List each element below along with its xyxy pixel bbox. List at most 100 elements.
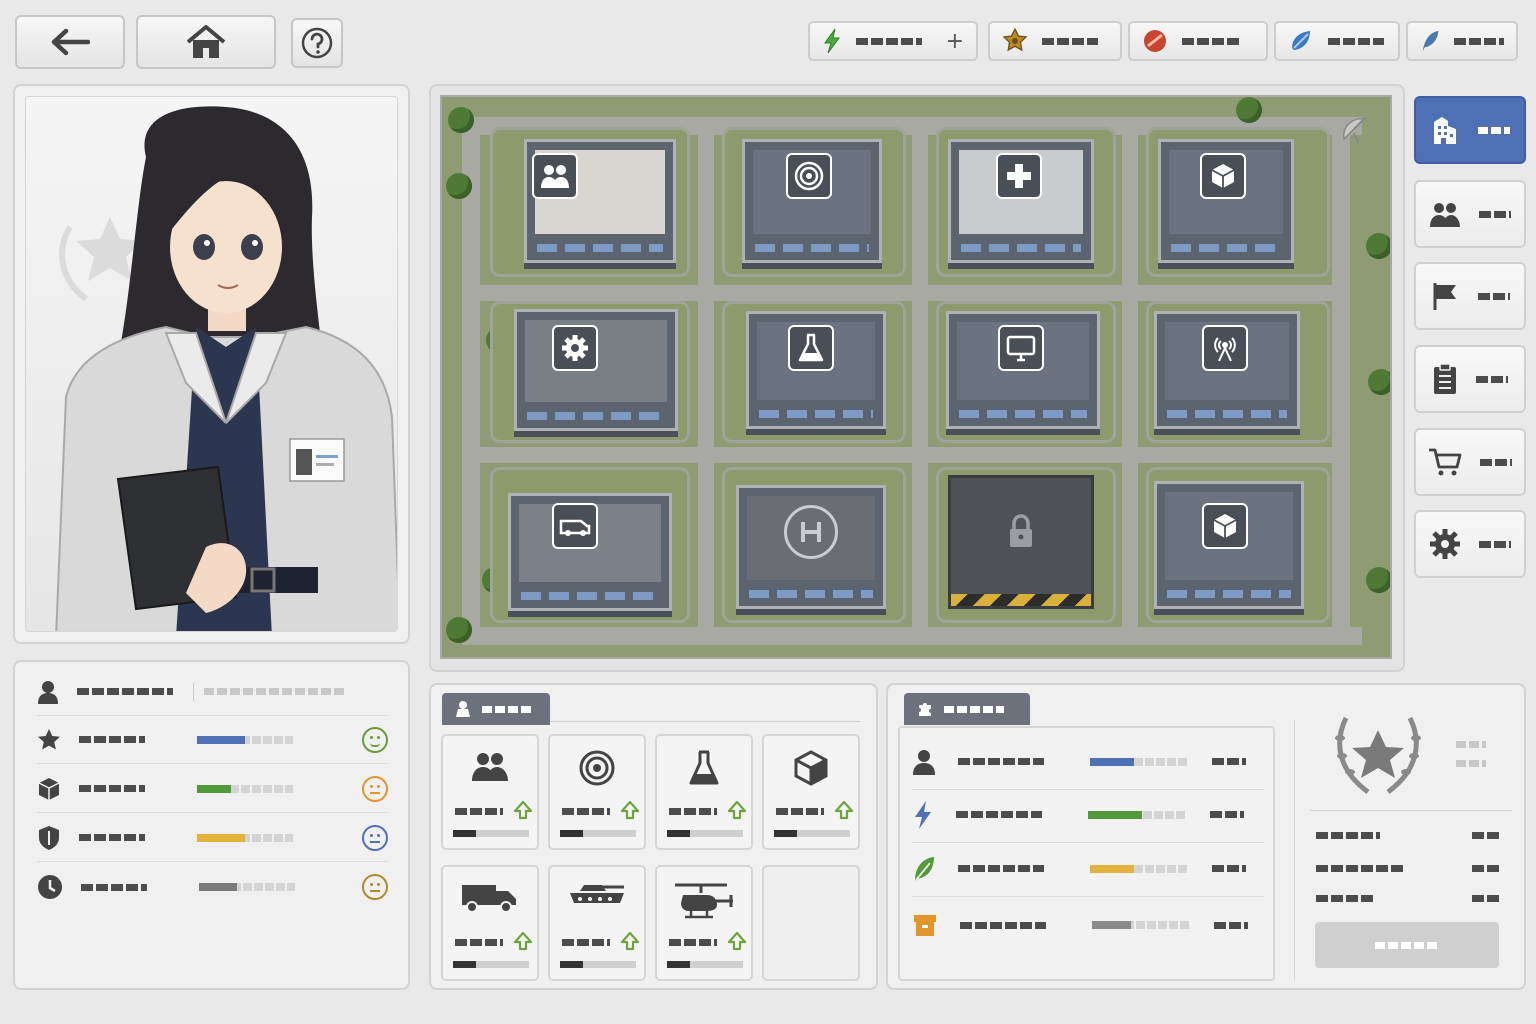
add-energy-button[interactable]: + bbox=[946, 29, 964, 54]
stat-row bbox=[37, 765, 388, 813]
rank-action-button[interactable] bbox=[1315, 922, 1499, 968]
tree bbox=[1366, 567, 1390, 593]
cube-icon[interactable] bbox=[1200, 153, 1246, 199]
cart-icon bbox=[1429, 448, 1462, 476]
nav-base-label bbox=[1478, 126, 1510, 134]
facility-card[interactable] bbox=[548, 734, 646, 850]
person-icon bbox=[38, 680, 58, 704]
rank-level bbox=[1456, 741, 1486, 748]
tree bbox=[1366, 233, 1390, 259]
nav-personnel-label bbox=[1479, 210, 1511, 218]
facility-level bbox=[455, 808, 503, 815]
rank-info-row bbox=[1316, 825, 1500, 845]
people-icon bbox=[443, 750, 537, 782]
facility-progress-fill bbox=[560, 961, 583, 968]
red-gem-icon bbox=[1144, 30, 1166, 52]
empty-facility-slot bbox=[762, 865, 860, 981]
cube-icon[interactable] bbox=[1202, 503, 1248, 549]
target-icon[interactable] bbox=[786, 153, 832, 199]
rank-info-value bbox=[1472, 831, 1500, 839]
base-map[interactable] bbox=[440, 95, 1392, 659]
facility-level bbox=[562, 939, 610, 946]
facility-card[interactable] bbox=[441, 734, 539, 850]
tree bbox=[1368, 369, 1390, 395]
upgrade-arrow-icon[interactable] bbox=[620, 931, 640, 951]
stat-row-name bbox=[37, 668, 388, 716]
production-label bbox=[956, 811, 1042, 818]
stat-bar bbox=[197, 784, 293, 793]
nav-missions[interactable] bbox=[1414, 262, 1526, 330]
nav-settings[interactable] bbox=[1414, 510, 1526, 578]
facility-progress-fill bbox=[453, 961, 476, 968]
production-tab[interactable] bbox=[904, 693, 1030, 725]
upgrade-arrow-icon[interactable] bbox=[513, 931, 533, 951]
rank-info-row bbox=[1316, 888, 1500, 908]
red-resource-value bbox=[1182, 37, 1242, 45]
question-circle-icon bbox=[301, 27, 333, 59]
production-label bbox=[958, 758, 1044, 765]
upgrade-arrow-icon[interactable] bbox=[727, 931, 747, 951]
facility-card[interactable] bbox=[655, 865, 753, 981]
facility-card[interactable] bbox=[762, 734, 860, 850]
facilities-tab[interactable] bbox=[442, 693, 550, 725]
back-button[interactable] bbox=[15, 15, 125, 69]
blue-resource-counter bbox=[1274, 21, 1400, 61]
gold-star-badge-icon bbox=[1002, 28, 1028, 52]
production-row bbox=[912, 734, 1264, 790]
lock-icon bbox=[1010, 514, 1032, 547]
facility-progress-bar bbox=[667, 830, 743, 837]
facility-progress-bar bbox=[560, 830, 636, 837]
vehicle-icon[interactable] bbox=[552, 503, 598, 549]
stat-label bbox=[79, 736, 145, 743]
home-button[interactable] bbox=[136, 15, 276, 69]
facility-card[interactable] bbox=[548, 865, 646, 981]
upgrade-arrow-icon[interactable] bbox=[620, 800, 640, 820]
stat-bar bbox=[197, 833, 293, 842]
badge-value bbox=[1042, 37, 1098, 45]
upgrade-arrow-icon[interactable] bbox=[834, 800, 854, 820]
researcher-portrait bbox=[55, 106, 397, 631]
helipad-icon[interactable] bbox=[784, 505, 838, 559]
production-bar bbox=[1092, 921, 1190, 929]
nav-base[interactable] bbox=[1414, 96, 1526, 164]
production-value bbox=[1212, 758, 1246, 765]
stat-row bbox=[37, 814, 388, 862]
facility-progress-fill bbox=[774, 830, 797, 837]
stat-bar bbox=[197, 735, 293, 744]
facility-progress-fill bbox=[667, 830, 690, 837]
upgrade-arrow-icon[interactable] bbox=[727, 800, 747, 820]
facility-card[interactable] bbox=[441, 865, 539, 981]
satellite-dish-icon bbox=[1343, 116, 1367, 144]
people-icon[interactable] bbox=[532, 153, 578, 199]
nav-personnel[interactable] bbox=[1414, 180, 1526, 248]
badge-counter bbox=[988, 21, 1122, 61]
flag-icon bbox=[1433, 283, 1456, 310]
tree bbox=[446, 617, 472, 643]
character-portrait-panel bbox=[13, 84, 410, 644]
stat-bar-fill bbox=[197, 784, 231, 793]
monitor-icon[interactable] bbox=[998, 325, 1044, 371]
nav-shop[interactable] bbox=[1414, 428, 1526, 496]
production-bar-fill bbox=[1090, 757, 1135, 766]
medical-cross-icon[interactable] bbox=[996, 153, 1042, 199]
facility-card[interactable] bbox=[655, 734, 753, 850]
facility-progress-fill bbox=[667, 961, 690, 968]
gear-icon[interactable] bbox=[552, 325, 598, 371]
tree bbox=[448, 107, 474, 133]
production-label bbox=[958, 865, 1044, 872]
character-portrait[interactable] bbox=[25, 96, 398, 632]
stat-label bbox=[79, 834, 145, 841]
rank-action-label bbox=[1375, 941, 1439, 949]
character-title bbox=[204, 688, 344, 695]
nav-tasks[interactable] bbox=[1414, 345, 1526, 413]
flask-icon[interactable] bbox=[788, 325, 834, 371]
stat-bar-fill bbox=[197, 833, 245, 842]
upgrade-arrow-icon[interactable] bbox=[513, 800, 533, 820]
antenna-icon[interactable] bbox=[1202, 325, 1248, 371]
help-button[interactable] bbox=[291, 18, 343, 68]
production-value bbox=[1214, 921, 1248, 929]
facility-progress-bar bbox=[453, 961, 529, 968]
stat-bar bbox=[199, 883, 295, 891]
facility-progress-bar bbox=[560, 961, 636, 968]
facility-level bbox=[669, 808, 717, 815]
